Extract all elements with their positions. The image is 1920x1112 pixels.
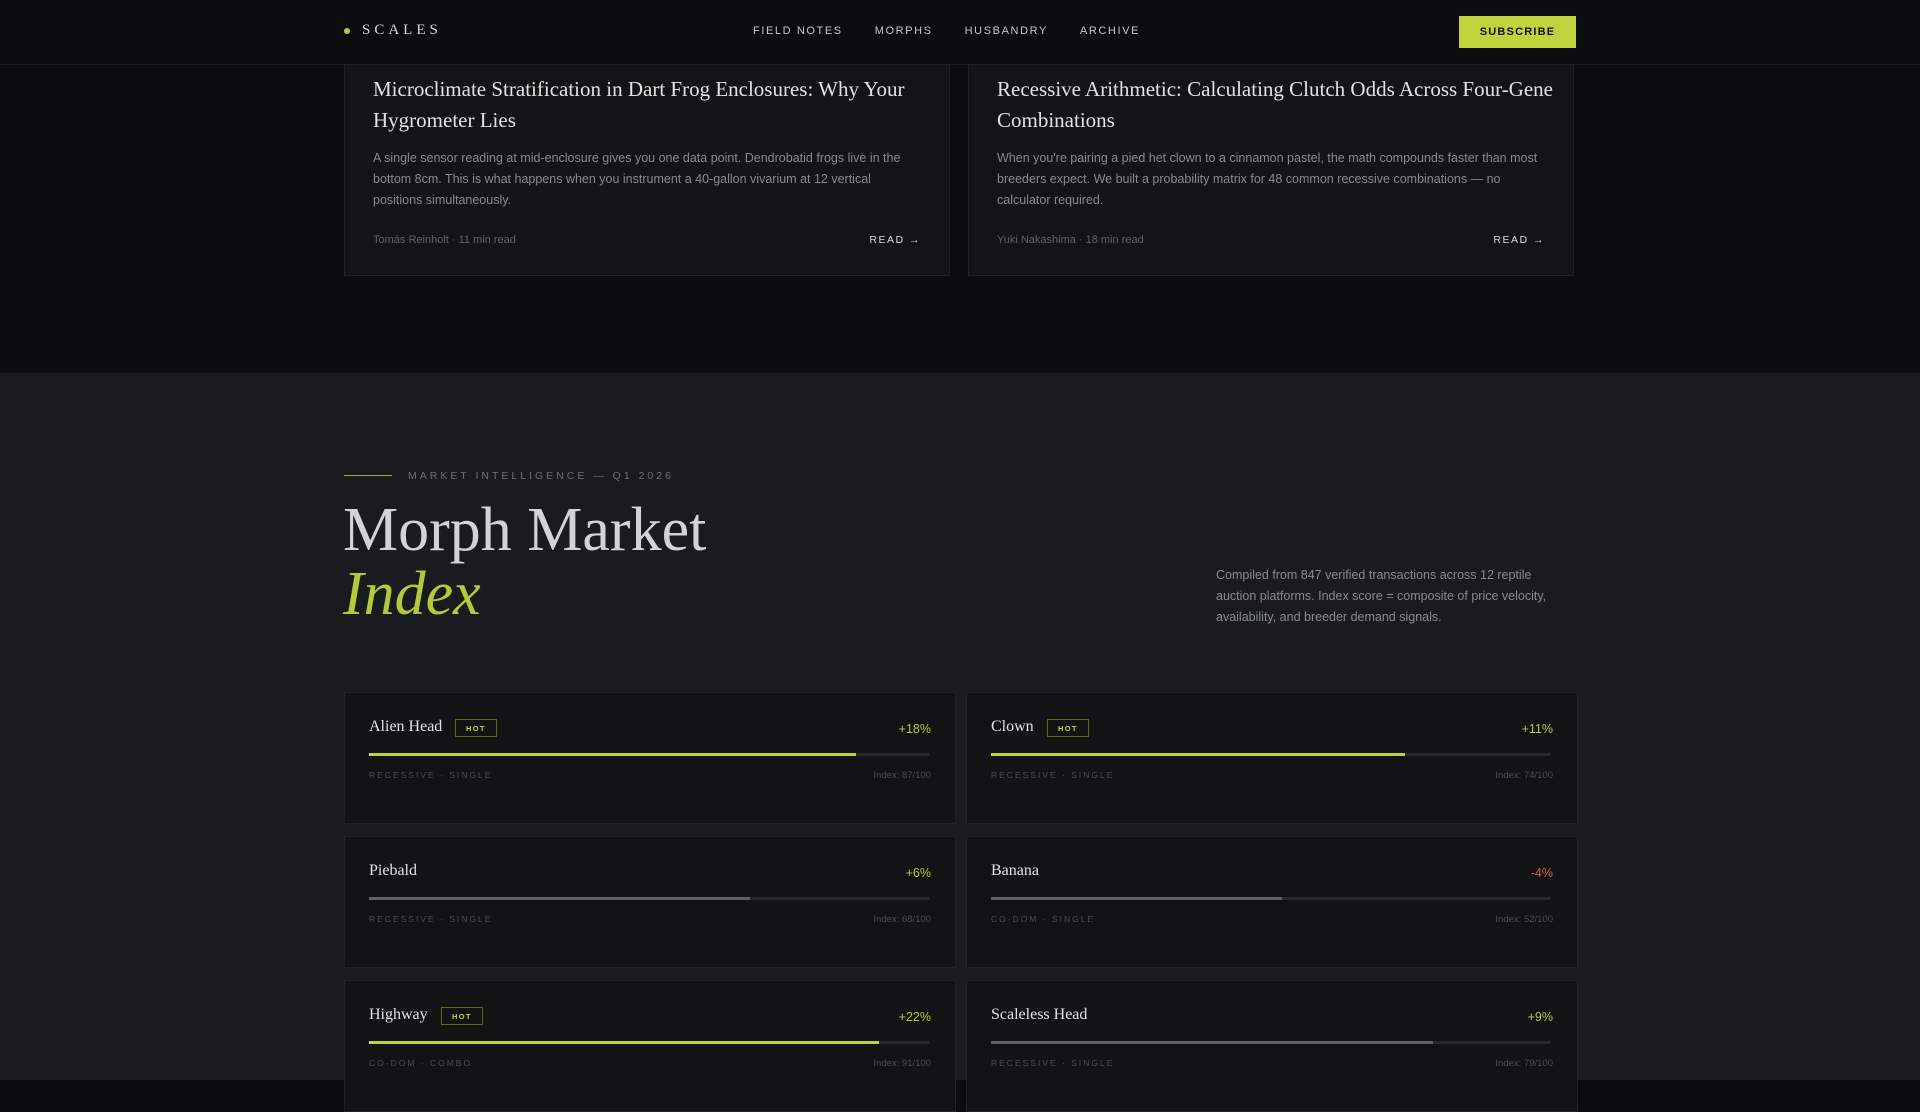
article-excerpt: When you're pairing a pied het clown to … [997,151,1538,207]
price-change: +18% [898,722,931,736]
eyebrow-divider [344,475,392,476]
morph-tag: RECESSIVE · SINGLE [991,1058,1115,1068]
price-change: +22% [898,1010,931,1024]
morph-card[interactable]: Highway HOT +22% CO-DOM · COMBO Index: 91/10… [344,980,956,1112]
article-card[interactable]: Microclimate Stratification in Dart Frog… [344,64,950,276]
section-eyebrow: MARKET INTELLIGENCE — Q1 2026 [408,470,674,482]
morph-name: Highway [369,1006,428,1023]
article-meta: Yuki Nakashima · 18 min read [997,234,1144,246]
morph-market-section: MARKET INTELLIGENCE — Q1 2026 Morph Mark… [0,373,1920,1112]
article-excerpt: A single sensor reading at mid-enclosure… [373,151,901,207]
index-score: Index: 87/100 [873,770,931,781]
articles-section: Microclimate Stratification in Dart Frog… [0,64,1920,373]
morph-card[interactable]: Piebald +6% RECESSIVE · SINGLE Index: 68/10… [344,836,956,968]
section-description: Compiled from 847 verified transactions … [1216,568,1547,624]
morph-tag: RECESSIVE · SINGLE [369,770,493,780]
index-bar-track [369,1041,929,1044]
index-bar-track [369,897,929,900]
morph-name: Clown [991,718,1034,735]
morph-name: Piebald [369,862,417,879]
morph-name: Alien Head [369,718,443,735]
nav-link-field-notes[interactable]: FIELD NOTES [753,25,843,37]
index-bar-fill [991,1041,1434,1044]
index-bar-track [991,897,1551,900]
brand-name: SCALES [362,22,442,38]
article-title[interactable]: Recessive Arithmetic: Calculating Clutch… [997,74,1557,136]
index-bar-track [991,1041,1551,1044]
brand-logo[interactable]: SCALES [344,22,442,39]
nav-link-morphs[interactable]: MORPHS [875,25,933,37]
hot-badge: HOT [1047,719,1089,737]
price-change: +6% [905,866,931,880]
morph-card[interactable]: Scaleless Head +9% RECESSIVE · SINGLE Index… [966,980,1578,1112]
index-bar-track [991,753,1551,756]
read-link[interactable]: READ → [1493,234,1545,246]
index-bar-fill [369,1041,879,1044]
index-score: Index: 79/100 [1495,1058,1553,1069]
morph-tag: RECESSIVE · SINGLE [991,770,1115,780]
index-bar-fill [991,897,1283,900]
morph-name: Banana [991,862,1039,879]
nav-link-husbandry[interactable]: HUSBANDRY [965,25,1048,37]
article-title[interactable]: Microclimate Stratification in Dart Frog… [373,74,933,136]
hot-badge: HOT [441,1007,483,1025]
morph-name: Scaleless Head [991,1006,1088,1023]
top-nav: SCALES FIELD NOTES MORPHS HUSBANDRY ARCH… [0,0,1920,65]
morph-tag: CO-DOM · SINGLE [991,914,1096,924]
morph-card[interactable]: Banana -4% CO-DOM · SINGLE Index: 52/100 [966,836,1578,968]
index-bar-fill [369,753,857,756]
morph-card[interactable]: Clown HOT +11% RECESSIVE · SINGLE Index: 74/… [966,692,1578,824]
index-bar-fill [991,753,1406,756]
price-change: +11% [1521,722,1553,736]
index-bar-track [369,753,929,756]
index-score: Index: 52/100 [1495,914,1553,925]
brand-dot-icon [344,27,350,34]
article-card[interactable]: Recessive Arithmetic: Calculating Clutch… [968,64,1574,276]
read-link[interactable]: READ → [869,234,921,246]
subscribe-button[interactable]: SUBSCRIBE [1459,16,1576,48]
nav-links: FIELD NOTES MORPHS HUSBANDRY ARCHIVE [753,25,1172,37]
index-score: Index: 91/100 [873,1058,931,1069]
price-change: -4% [1530,866,1553,880]
index-score: Index: 74/100 [1495,770,1553,781]
hot-badge: HOT [455,719,497,737]
section-title: Morph Market [343,496,707,564]
price-change: +9% [1527,1010,1553,1024]
index-bar-fill [369,897,750,900]
nav-link-archive[interactable]: ARCHIVE [1080,25,1140,37]
morph-card[interactable]: Alien Head HOT +18% RECESSIVE · SINGLE Index… [344,692,956,824]
morph-tag: CO-DOM · COMBO [369,1058,473,1068]
morph-tag: RECESSIVE · SINGLE [369,914,493,924]
section-title-accent: Index [343,560,481,628]
index-score: Index: 68/100 [873,914,931,925]
article-meta: Tomás Reinholt · 11 min read [373,234,516,246]
